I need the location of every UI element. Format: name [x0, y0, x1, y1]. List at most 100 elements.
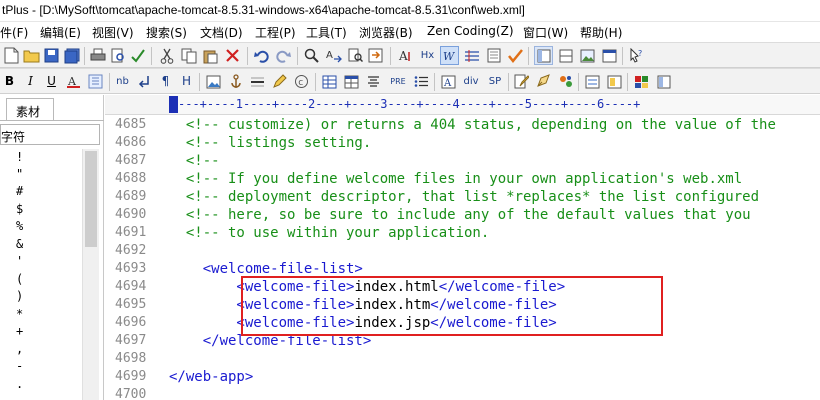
view-icon[interactable]: [654, 72, 673, 91]
code-line[interactable]: <!-- to use within your application.: [169, 224, 489, 242]
form-icon[interactable]: [583, 72, 602, 91]
print-icon[interactable]: [88, 46, 107, 65]
new-file-icon[interactable]: [2, 46, 21, 65]
list-icon[interactable]: [412, 72, 431, 91]
print-preview-icon[interactable]: [108, 46, 127, 65]
category-select[interactable]: 字符: [0, 124, 100, 145]
link-edit-icon[interactable]: [512, 72, 531, 91]
highlight-icon[interactable]: [86, 72, 105, 91]
goto-icon[interactable]: [366, 46, 385, 65]
open-file-icon[interactable]: [22, 46, 41, 65]
horizontal-rule-icon[interactable]: [248, 72, 267, 91]
list-item[interactable]: #: [16, 183, 36, 200]
list-item[interactable]: .: [16, 376, 36, 393]
list-item[interactable]: +: [16, 323, 36, 340]
insert-image-icon[interactable]: [204, 72, 223, 91]
pre-button[interactable]: PRE: [386, 72, 410, 91]
menu-file[interactable]: 件(F): [0, 24, 28, 41]
menu-search[interactable]: 搜索(S): [146, 24, 187, 41]
list-item[interactable]: %: [16, 218, 36, 235]
undo-icon[interactable]: [252, 46, 271, 65]
delete-icon[interactable]: [223, 46, 242, 65]
center-align-icon[interactable]: [364, 72, 383, 91]
spell-check-icon[interactable]: [128, 46, 147, 65]
text-box-icon[interactable]: A: [439, 72, 458, 91]
context-help-icon[interactable]: ?: [627, 46, 646, 65]
menu-window[interactable]: 窗口(W): [523, 24, 568, 41]
div-button[interactable]: div: [460, 72, 482, 91]
span-button[interactable]: SP: [484, 72, 506, 91]
underline-button[interactable]: U: [42, 72, 61, 91]
table-icon[interactable]: [320, 72, 339, 91]
find-icon[interactable]: [302, 46, 321, 65]
list-item[interactable]: &: [16, 236, 36, 253]
table-wizard-icon[interactable]: [342, 72, 361, 91]
save-icon[interactable]: [42, 46, 61, 65]
line-number: 4698: [115, 351, 147, 366]
list-item[interactable]: (: [16, 271, 36, 288]
show-sidebar-icon[interactable]: [534, 46, 553, 65]
list-item[interactable]: ": [16, 166, 36, 183]
paragraph-button[interactable]: ¶: [156, 72, 175, 91]
menu-edit[interactable]: 编辑(E): [40, 24, 81, 41]
code-line[interactable]: <!-- here, so be sure to include any of …: [169, 206, 751, 224]
menu-document[interactable]: 文档(D): [200, 24, 243, 41]
list-item[interactable]: *: [16, 306, 36, 323]
highlight-annotation: [241, 276, 663, 336]
tab-materials[interactable]: 素材: [6, 98, 54, 120]
code-line[interactable]: <!-- deployment descriptor, that list *r…: [169, 188, 759, 206]
font-icon[interactable]: A: [396, 46, 415, 65]
code-line[interactable]: <!-- listings setting.: [169, 134, 371, 152]
list-item[interactable]: -: [16, 358, 36, 375]
checkmark-icon[interactable]: [506, 46, 525, 65]
line-numbers-icon[interactable]: [462, 46, 481, 65]
scrollbar-thumb[interactable]: [85, 151, 97, 247]
list-item[interactable]: ': [16, 253, 36, 270]
replace-icon[interactable]: A: [324, 46, 343, 65]
tab-stop-icon[interactable]: [484, 46, 503, 65]
edit-tag-icon[interactable]: [270, 72, 289, 91]
font-color-icon[interactable]: A: [64, 72, 83, 91]
list-item[interactable]: ): [16, 288, 36, 305]
heading-icon[interactable]: Hx: [418, 46, 437, 65]
redo-icon[interactable]: [274, 46, 293, 65]
paste-icon[interactable]: [201, 46, 220, 65]
toolbar-separator: [84, 47, 85, 65]
list-scrollbar[interactable]: [82, 149, 99, 400]
bold-button[interactable]: B: [0, 72, 19, 91]
list-item[interactable]: !: [16, 149, 36, 166]
anchor-icon[interactable]: [226, 72, 245, 91]
frame-icon[interactable]: [605, 72, 624, 91]
heading-button[interactable]: H: [177, 72, 196, 91]
menu-view[interactable]: 视图(V): [92, 24, 134, 41]
menu-help[interactable]: 帮助(H): [580, 24, 622, 41]
code-editor[interactable]: <!-- customize) or returns a 404 status,…: [169, 116, 820, 400]
browser-preview-icon[interactable]: [600, 46, 619, 65]
code-line[interactable]: <!-- If you define welcome files in your…: [169, 170, 742, 188]
find-in-files-icon[interactable]: [346, 46, 365, 65]
clip-icon[interactable]: [534, 72, 553, 91]
split-view-icon[interactable]: [556, 46, 575, 65]
menu-tools[interactable]: 工具(T): [306, 24, 347, 41]
list-item[interactable]: ,: [16, 341, 36, 358]
code-line[interactable]: <!-- customize) or returns a 404 status,…: [169, 116, 776, 134]
cut-icon[interactable]: [157, 46, 176, 65]
toolbar-separator: [297, 47, 298, 65]
list-item[interactable]: $: [16, 201, 36, 218]
line-break-icon[interactable]: [135, 72, 154, 91]
menu-zen-coding[interactable]: Zen Coding(Z): [427, 24, 514, 38]
image-icon[interactable]: [578, 46, 597, 65]
code-line[interactable]: <!--: [169, 152, 220, 170]
code-line[interactable]: </web-app>: [169, 368, 253, 386]
comment-icon[interactable]: c: [292, 72, 311, 91]
snippets-icon[interactable]: [556, 72, 575, 91]
copy-icon[interactable]: [179, 46, 198, 65]
save-all-icon[interactable]: [62, 46, 81, 65]
menu-project[interactable]: 工程(P): [255, 24, 296, 41]
nbsp-button[interactable]: nb: [113, 72, 132, 91]
toolbar-separator: [315, 73, 316, 91]
word-wrap-icon[interactable]: W: [440, 46, 459, 65]
italic-button[interactable]: I: [21, 72, 40, 91]
color-picker-icon[interactable]: [632, 72, 651, 91]
menu-browser[interactable]: 浏览器(B): [359, 24, 413, 41]
